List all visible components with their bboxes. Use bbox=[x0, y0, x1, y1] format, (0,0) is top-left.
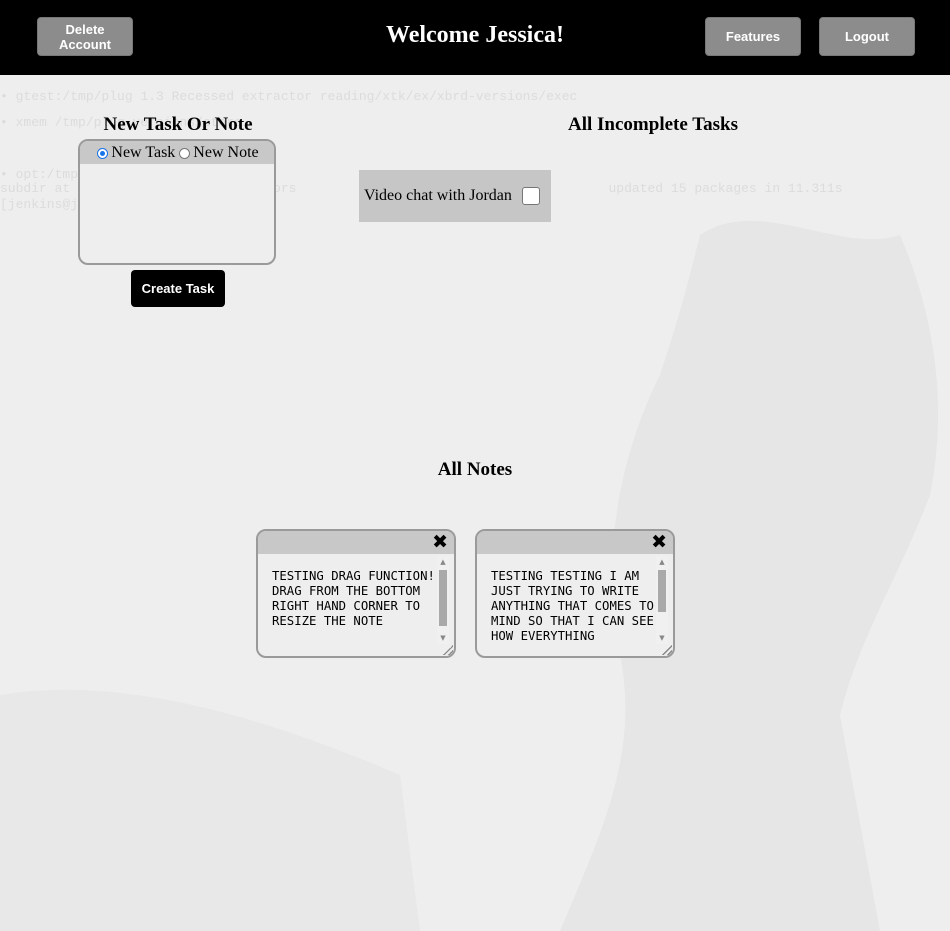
note-scrollbar[interactable]: ▲ ▼ bbox=[437, 556, 449, 644]
note-card: ✖ TESTING DRAG FUNCTION! DRAG FROM THE B… bbox=[256, 529, 456, 658]
new-note-radio[interactable] bbox=[179, 148, 191, 159]
scroll-down-arrow-icon[interactable]: ▼ bbox=[437, 632, 449, 644]
note-text[interactable]: TESTING DRAG FUNCTION! DRAG FROM THE BOT… bbox=[272, 569, 442, 629]
type-radio-group: New Task New Note bbox=[80, 141, 274, 164]
task-complete-checkbox[interactable] bbox=[521, 187, 540, 205]
new-task-radio[interactable] bbox=[97, 148, 109, 159]
top-navbar: Delete Account Welcome Jessica! Features… bbox=[0, 0, 950, 75]
note-scrollbar[interactable]: ▲ ▼ bbox=[656, 556, 668, 644]
resize-handle-icon[interactable] bbox=[443, 645, 453, 655]
scrollbar-thumb[interactable] bbox=[658, 570, 666, 612]
new-task-radio-label[interactable]: New Task bbox=[111, 144, 175, 162]
create-form: New Task New Note bbox=[78, 139, 276, 265]
logout-button[interactable]: Logout bbox=[819, 17, 915, 56]
scrollbar-thumb[interactable] bbox=[439, 570, 447, 626]
features-button[interactable]: Features bbox=[705, 17, 801, 56]
note-drag-bar[interactable]: ✖ bbox=[477, 531, 673, 554]
task-label: Video chat with Jordan bbox=[364, 187, 512, 204]
close-icon[interactable]: ✖ bbox=[432, 532, 448, 552]
scroll-up-arrow-icon[interactable]: ▲ bbox=[656, 556, 668, 568]
new-task-or-note-heading: New Task Or Note bbox=[103, 114, 253, 135]
all-incomplete-tasks-heading: All Incomplete Tasks bbox=[568, 114, 738, 135]
scroll-down-arrow-icon[interactable]: ▼ bbox=[656, 632, 668, 644]
resize-handle-icon[interactable] bbox=[662, 645, 672, 655]
note-card: ✖ TESTING TESTING I AM JUST TRYING TO WR… bbox=[475, 529, 675, 658]
all-notes-heading: All Notes bbox=[437, 459, 513, 480]
welcome-heading: Welcome Jessica! bbox=[386, 22, 564, 48]
note-drag-bar[interactable]: ✖ bbox=[258, 531, 454, 554]
close-icon[interactable]: ✖ bbox=[651, 532, 667, 552]
create-task-button[interactable]: Create Task bbox=[131, 270, 225, 307]
scroll-up-arrow-icon[interactable]: ▲ bbox=[437, 556, 449, 568]
task-input-area[interactable] bbox=[80, 164, 274, 263]
task-item: Video chat with Jordan bbox=[359, 170, 551, 222]
note-text[interactable]: TESTING TESTING I AM JUST TRYING TO WRIT… bbox=[491, 569, 661, 644]
new-note-radio-label[interactable]: New Note bbox=[193, 144, 258, 162]
